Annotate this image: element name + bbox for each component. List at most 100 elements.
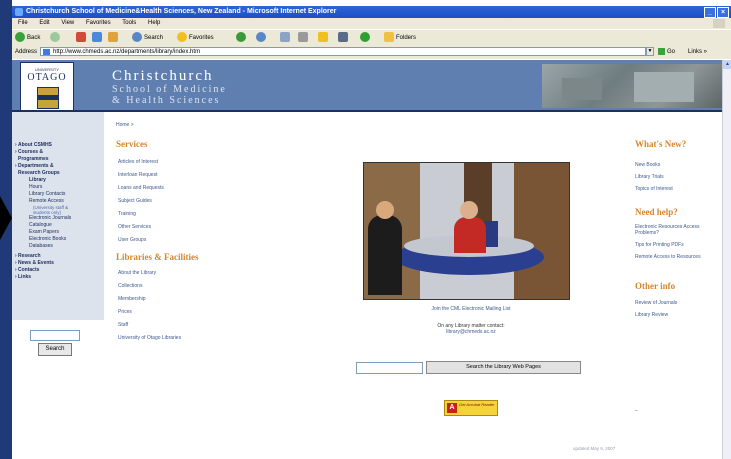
sidebar-item-hours[interactable]: Hours: [15, 184, 103, 191]
link-articles[interactable]: Articles of Interest: [116, 156, 226, 169]
need-help-heading: Need help?: [635, 207, 678, 217]
discuss-icon: [338, 32, 348, 43]
sidebar-item-about[interactable]: ›About CSMHS: [15, 142, 103, 149]
address-input[interactable]: http://www.chmeds.ac.nz/departments/libr…: [40, 47, 646, 56]
vertical-scrollbar[interactable]: ▲: [722, 60, 731, 459]
home-button[interactable]: [108, 32, 120, 44]
site-header: UNIVERSITY OTAGO Te Whare Wānanga o Otāg…: [12, 60, 722, 120]
sidebar-item-links[interactable]: ›Links: [15, 274, 103, 281]
address-dropdown-button[interactable]: ▼: [646, 47, 654, 56]
sidebar-item-departments[interactable]: ›Departments &: [15, 163, 103, 170]
link-printing-pdfs[interactable]: Tips for Printing PDFs: [635, 242, 721, 248]
sidebar-item-ebooks[interactable]: Electronic Books: [15, 236, 103, 243]
folders-button[interactable]: Folders: [384, 32, 416, 44]
minimize-button[interactable]: _: [704, 7, 716, 18]
edit-button[interactable]: [318, 32, 330, 44]
menu-help[interactable]: Help: [148, 20, 160, 26]
sidebar-item-departments-2[interactable]: Research Groups: [15, 170, 103, 177]
contact-email[interactable]: library@chmeds.ac.nz: [396, 329, 546, 335]
link-about-library[interactable]: About the Library: [116, 267, 226, 280]
links-button[interactable]: Links »: [688, 47, 707, 57]
footer-dash: –: [635, 408, 638, 414]
services-heading: Services: [116, 139, 148, 149]
link-new-books[interactable]: New Books: [635, 162, 721, 168]
sidebar-item-news[interactable]: ›News & Events: [15, 260, 103, 267]
link-other-services[interactable]: Other Services: [116, 221, 226, 234]
mail-button[interactable]: [280, 32, 292, 44]
home-icon: [108, 32, 118, 43]
media-button[interactable]: [236, 32, 248, 44]
scroll-up-icon[interactable]: ▲: [723, 60, 731, 69]
link-staff[interactable]: Staff: [116, 319, 226, 332]
header-photo: [542, 64, 722, 108]
mailing-list-link[interactable]: Join the CML Electronic Mailing List: [396, 306, 546, 312]
link-collections[interactable]: Collections: [116, 280, 226, 293]
link-membership[interactable]: Membership: [116, 293, 226, 306]
back-button[interactable]: Back: [15, 32, 40, 44]
history-button[interactable]: [256, 32, 268, 44]
forward-button[interactable]: [50, 32, 62, 44]
contact-block: On any Library matter contact: library@c…: [396, 323, 546, 335]
link-eresources-problems[interactable]: Electronic Resources Access Problems?: [635, 224, 721, 236]
link-library-trials[interactable]: Library Trials: [635, 174, 721, 180]
link-topics[interactable]: Topics of Interest: [635, 186, 721, 192]
link-library-review[interactable]: Library Review: [635, 312, 721, 318]
sidebar-search-button[interactable]: Search: [38, 343, 72, 356]
link-interloan[interactable]: Interloan Request: [116, 169, 226, 182]
library-search-input[interactable]: [356, 362, 423, 374]
brand-line-3: & Health Sciences: [112, 95, 221, 106]
refresh-button[interactable]: [92, 32, 104, 44]
messenger-icon: [360, 32, 370, 43]
services-column: Services Articles of Interest Interloan …: [116, 138, 226, 345]
forward-arrow-icon: [50, 32, 60, 43]
menu-favorites[interactable]: Favorites: [86, 20, 111, 26]
stop-button[interactable]: [76, 32, 88, 44]
favorites-button[interactable]: Favorites: [177, 32, 214, 44]
toolbar: Back Search Favorites Folders: [12, 29, 731, 46]
library-search-button[interactable]: Search the Library Web Pages: [426, 361, 581, 374]
sidebar-item-contacts[interactable]: Library Contacts: [15, 191, 103, 198]
link-loans[interactable]: Loans and Requests: [116, 182, 226, 195]
search-button[interactable]: Search: [132, 32, 163, 44]
link-user-groups[interactable]: User Groups: [116, 234, 226, 247]
sidebar-item-courses[interactable]: ›Courses &: [15, 149, 103, 156]
messenger-button[interactable]: [360, 32, 372, 44]
link-subject-guides[interactable]: Subject Guides: [116, 195, 226, 208]
refresh-icon: [92, 32, 102, 43]
address-bar: Address http://www.chmeds.ac.nz/departme…: [12, 45, 731, 59]
sidebar-item-library[interactable]: Library: [15, 177, 103, 184]
discuss-button[interactable]: [338, 32, 350, 44]
menu-view[interactable]: View: [61, 20, 74, 26]
menu-tools[interactable]: Tools: [122, 20, 136, 26]
sidebar-item-ejournals[interactable]: Electronic Journals: [15, 215, 103, 222]
sidebar-item-courses-2[interactable]: Programmes: [15, 156, 103, 163]
acrobat-label: Get Acrobat Reader: [459, 402, 495, 407]
sidebar-item-exam[interactable]: Exam Papers: [15, 229, 103, 236]
header-divider: [12, 110, 722, 112]
sidebar-item-catalogue[interactable]: Catalogue: [15, 222, 103, 229]
brand-line-1: Christchurch: [112, 68, 214, 84]
link-training[interactable]: Training: [116, 208, 226, 221]
link-remote-access[interactable]: Remote Access to Resources: [635, 254, 721, 260]
sidebar-item-contacts-main[interactable]: ›Contacts: [15, 267, 103, 274]
sidebar-item-databases[interactable]: Databases: [15, 243, 103, 250]
crest-icon: [37, 87, 59, 109]
menu-file[interactable]: File: [18, 20, 28, 26]
close-button[interactable]: ×: [717, 7, 729, 18]
link-prices[interactable]: Prices: [116, 306, 226, 319]
title-bar: Christchurch School of Medicine&Health S…: [12, 6, 731, 18]
sidebar-item-remote[interactable]: Remote Access: [15, 198, 103, 205]
breadcrumb[interactable]: Home >: [116, 122, 134, 128]
sidebar-search-input[interactable]: [30, 330, 80, 341]
history-icon: [256, 32, 266, 43]
acrobat-reader-badge[interactable]: A Get Acrobat Reader: [444, 400, 498, 416]
sidebar-item-research[interactable]: ›Research: [15, 253, 103, 260]
link-review-journals[interactable]: Review of Journals: [635, 300, 721, 306]
go-arrow-icon: [658, 47, 665, 55]
address-url: http://www.chmeds.ac.nz/departments/libr…: [53, 49, 201, 55]
logo-name: OTAGO: [27, 72, 67, 83]
link-otago-libraries[interactable]: University of Otago Libraries: [116, 332, 226, 345]
menu-edit[interactable]: Edit: [39, 20, 49, 26]
go-button[interactable]: Go: [658, 47, 675, 57]
print-button[interactable]: [298, 32, 310, 44]
